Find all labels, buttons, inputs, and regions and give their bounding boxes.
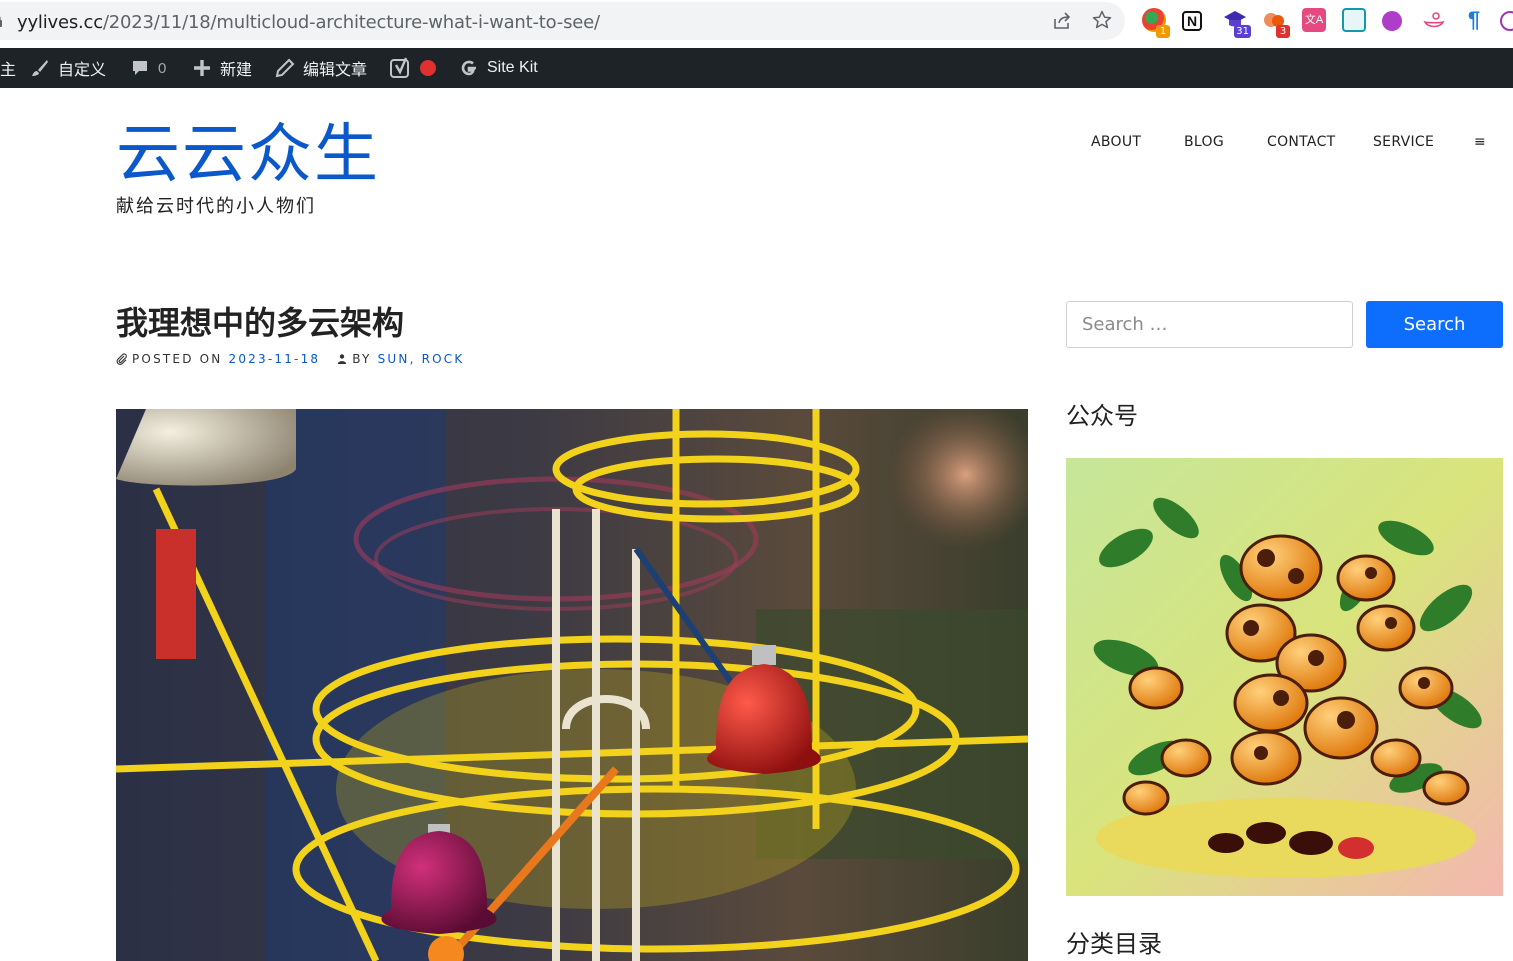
search-button[interactable]: Search (1366, 301, 1503, 348)
adminbar-comments[interactable]: 0 (130, 48, 166, 88)
adminbar-customize[interactable]: 自定义 (30, 48, 106, 88)
ladybug-illustration (1066, 458, 1503, 896)
widget-title-wechat: 公众号 (1066, 402, 1138, 430)
site-description: 献给云时代的小人物们 (116, 196, 316, 217)
by-label: BY (352, 352, 372, 366)
post-meta: POSTED ON 2023-11-18 BY SUN, ROCK (116, 352, 464, 366)
google-g-icon (461, 60, 476, 76)
user-icon (338, 354, 347, 364)
yoast-icon (390, 57, 409, 78)
pencil-icon (275, 58, 295, 78)
nav-item-blog[interactable]: BLOG (1184, 134, 1224, 150)
post-date-link[interactable]: 2023-11-18 (229, 352, 321, 366)
bird-extension-icon[interactable] (1422, 8, 1446, 32)
translate-extension-icon[interactable]: 文A (1302, 8, 1326, 32)
wp-admin-bar: 主 自定义 0 新建 编辑文章 Site Kit (0, 48, 1513, 88)
purple-extension-icon[interactable] (1382, 11, 1402, 31)
grid-extension-icon[interactable] (1342, 8, 1366, 32)
graduation-extension-icon[interactable]: 31 (1223, 8, 1251, 38)
comment-icon (133, 61, 147, 75)
share-icon[interactable] (1052, 11, 1072, 31)
adminbar-new-label: 新建 (220, 62, 253, 79)
extension-badge: 1 (1156, 25, 1170, 38)
adminbar-customize-label: 自定义 (58, 62, 107, 79)
paperclip-icon (116, 353, 127, 365)
seo-status-dot (420, 60, 436, 76)
nav-item-service[interactable]: SERVICE (1373, 134, 1434, 150)
cloud-extension-icon[interactable]: 3 (1262, 8, 1290, 38)
notion-icon[interactable]: N (1182, 11, 1202, 31)
adminbar-edit-post-label: 编辑文章 (303, 62, 368, 79)
bookmark-star-icon[interactable] (1092, 10, 1112, 30)
url-path: /2023/11/18/multicloud-architecture-what… (102, 12, 600, 33)
search-input[interactable]: Search … (1066, 301, 1353, 348)
paragraph-extension-icon[interactable]: ¶ (1462, 8, 1486, 32)
marble-run-photo (116, 409, 1028, 961)
plus-icon (194, 60, 210, 76)
url-text[interactable]: yylives.cc/2023/11/18/multicloud-archite… (17, 12, 600, 33)
bird-icon (1423, 12, 1445, 28)
adminbar-partial-label: 主 (0, 62, 17, 79)
brush-icon (32, 60, 48, 76)
widget-title-categories: 分类目录 (1066, 930, 1162, 958)
adminbar-sitekit[interactable]: Site Kit (459, 48, 538, 88)
url-host: yylives.cc (17, 12, 103, 33)
hamburger-menu-icon[interactable]: ≡ (1474, 134, 1486, 150)
openai-extension-icon[interactable] (1500, 11, 1513, 31)
adminbar-partial-item[interactable]: 主 (0, 48, 16, 88)
address-bar[interactable]: yylives.cc/2023/11/18/multicloud-archite… (0, 2, 1125, 40)
nav-item-contact[interactable]: CONTACT (1267, 134, 1336, 150)
site-title[interactable]: 云云众生 (116, 120, 380, 190)
browser-toolbar: yylives.cc/2023/11/18/multicloud-archite… (0, 0, 1513, 46)
adminbar-new[interactable]: 新建 (192, 48, 252, 88)
wechat-image (1066, 458, 1503, 896)
extension-badge: 3 (1276, 25, 1290, 38)
nav-item-about[interactable]: ABOUT (1091, 134, 1141, 150)
post-author-link[interactable]: SUN, ROCK (378, 352, 465, 366)
extension-badge: 31 (1234, 25, 1251, 38)
comments-count: 0 (158, 59, 167, 77)
color-extension-icon[interactable]: 1 (1142, 8, 1170, 38)
adminbar-sitekit-label: Site Kit (487, 59, 538, 76)
featured-image (116, 409, 1028, 961)
adminbar-edit-post[interactable]: 编辑文章 (275, 48, 367, 88)
lock-icon[interactable] (0, 15, 2, 27)
post-title: 我理想中的多云架构 (116, 304, 405, 342)
adminbar-yoast[interactable] (390, 48, 436, 88)
posted-on-label: POSTED ON (132, 352, 223, 366)
